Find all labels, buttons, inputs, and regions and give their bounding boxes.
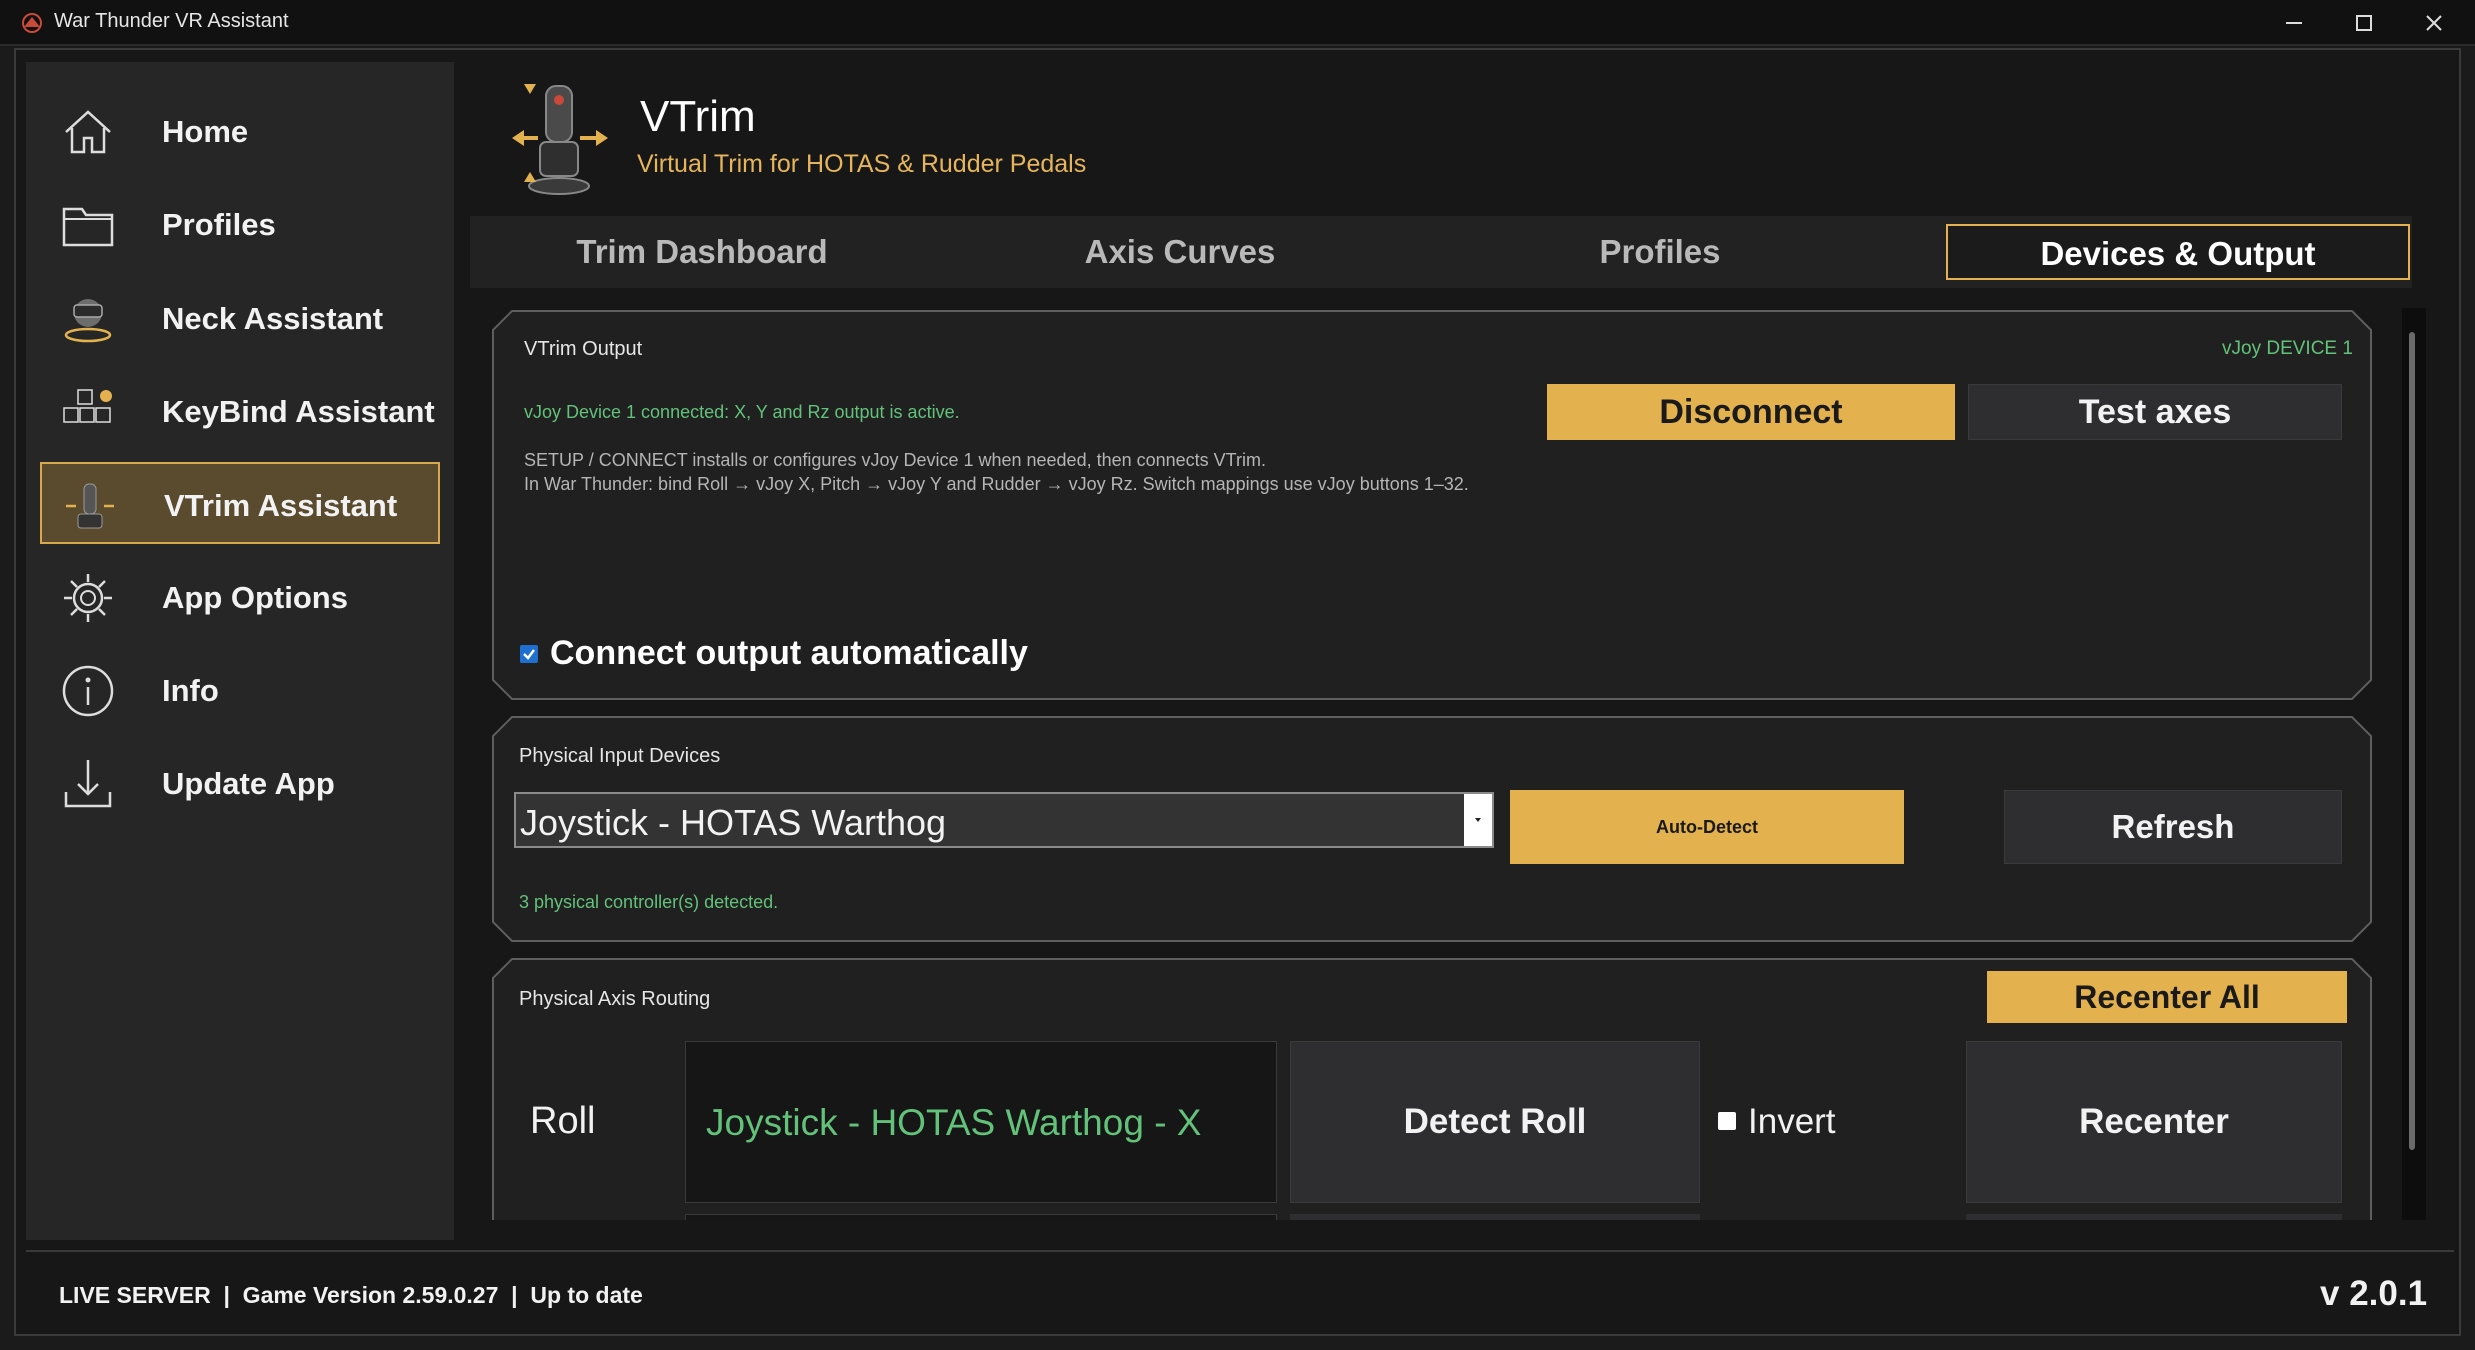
sidebar-item-label: KeyBind Assistant: [162, 394, 435, 429]
sidebar-item-keybind-assistant[interactable]: KeyBind Assistant: [40, 370, 440, 452]
vjoy-device-badge: vJoy DEVICE 1: [2222, 338, 2353, 359]
checkmark-icon: [523, 649, 535, 660]
sidebar-item-home[interactable]: Home: [40, 90, 440, 172]
invert-label[interactable]: Invert: [1748, 1102, 1836, 1142]
axis-source-value: Joystick - HOTAS Warthog - X: [706, 1102, 1202, 1143]
sidebar-item-info[interactable]: Info: [40, 649, 440, 731]
next-axis-source-display: [685, 1214, 1277, 1220]
device-select-toggle[interactable]: [1464, 794, 1492, 846]
devices-output-content: VTrim Output vJoy DEVICE 1 vJoy Device 1…: [470, 300, 2412, 1220]
tab-profiles[interactable]: Profiles: [1430, 224, 1890, 280]
server-status: LIVE SERVER | Game Version 2.59.0.27 | U…: [59, 1282, 643, 1308]
maximize-icon: [2356, 15, 2372, 31]
folder-icon: [62, 207, 114, 247]
sidebar: Home Profiles Neck Assistant KeyBind Ass…: [26, 62, 454, 1240]
download-icon: [64, 760, 112, 808]
axis-label: Roll: [530, 1100, 596, 1142]
tab-devices-output[interactable]: Devices & Output: [1946, 224, 2410, 280]
app-logo-icon: [22, 13, 42, 33]
maximize-button[interactable]: [2328, 0, 2398, 46]
recenter-button[interactable]: Recenter: [1966, 1041, 2342, 1203]
close-button[interactable]: [2398, 0, 2468, 46]
sidebar-item-app-options[interactable]: App Options: [40, 556, 440, 638]
disconnect-button[interactable]: Disconnect: [1547, 384, 1955, 440]
minimize-icon: [2286, 22, 2302, 24]
sidebar-item-label: Update App: [162, 766, 335, 801]
sidebar-item-neck-assistant[interactable]: Neck Assistant: [40, 277, 440, 359]
vtrim-output-title: VTrim Output: [524, 338, 643, 360]
title-bar: War Thunder VR Assistant: [0, 0, 2475, 46]
device-select[interactable]: Joystick - HOTAS Warthog: [514, 792, 1494, 848]
footer-divider: [26, 1250, 2454, 1252]
tab-axis-curves[interactable]: Axis Curves: [950, 224, 1410, 280]
invert-checkbox[interactable]: [1718, 1112, 1736, 1130]
info-icon: [62, 665, 114, 717]
sidebar-item-label: Info: [162, 673, 219, 708]
sidebar-item-update-app[interactable]: Update App: [40, 742, 440, 824]
home-icon: [65, 110, 111, 154]
close-icon: [2426, 15, 2442, 31]
chevron-down-icon: [1475, 818, 1481, 822]
window-title: War Thunder VR Assistant: [54, 10, 289, 32]
vtrim-logo-icon: [512, 84, 608, 195]
auto-connect-label[interactable]: Connect output automatically: [550, 634, 1028, 673]
axis-routing-title: Physical Axis Routing: [519, 988, 711, 1010]
sidebar-item-label: App Options: [162, 580, 348, 615]
physical-input-title: Physical Input Devices: [519, 745, 721, 767]
minimize-button[interactable]: [2258, 0, 2328, 46]
sidebar-item-profiles[interactable]: Profiles: [40, 183, 440, 265]
page-title: VTrim: [640, 92, 756, 141]
content-scrollbar[interactable]: [2402, 308, 2426, 1220]
scrollbar-thumb[interactable]: [2409, 332, 2415, 1150]
page-subtitle: Virtual Trim for HOTAS & Rudder Pedals: [637, 150, 1087, 178]
device-select-value: Joystick - HOTAS Warthog: [520, 802, 947, 843]
sidebar-item-label: VTrim Assistant: [164, 488, 398, 523]
joystick-icon: [66, 483, 114, 529]
sidebar-item-label: Home: [162, 114, 249, 149]
setup-info-line-1: SETUP / CONNECT installs or configures v…: [524, 450, 1266, 470]
tab-trim-dashboard[interactable]: Trim Dashboard: [480, 224, 924, 280]
next-recenter-button[interactable]: [1966, 1214, 2342, 1220]
sidebar-item-label: Neck Assistant: [162, 301, 384, 336]
tab-bar: Trim Dashboard Axis Curves Profiles Devi…: [470, 216, 2412, 288]
gear-icon: [64, 574, 112, 622]
next-detect-button[interactable]: [1290, 1214, 1700, 1220]
detect-roll-button[interactable]: Detect Roll: [1290, 1041, 1700, 1203]
auto-detect-button[interactable]: Auto-Detect: [1510, 790, 1904, 864]
keyboard-icon: [63, 389, 112, 423]
app-version: v 2.0.1: [2320, 1274, 2428, 1313]
sidebar-item-vtrim-assistant[interactable]: VTrim Assistant: [40, 462, 440, 544]
axis-source-display: Joystick - HOTAS Warthog - X: [685, 1041, 1277, 1203]
refresh-button[interactable]: Refresh: [2004, 790, 2342, 864]
vr-headset-icon: [64, 299, 112, 343]
controllers-detected-status: 3 physical controller(s) detected.: [519, 892, 779, 912]
recenter-all-button[interactable]: Recenter All: [1987, 971, 2347, 1023]
test-axes-button[interactable]: Test axes: [1968, 384, 2342, 440]
auto-connect-checkbox[interactable]: [520, 645, 538, 663]
setup-info-line-2: In War Thunder: bind Roll → vJoy X, Pitc…: [524, 474, 1469, 494]
sidebar-item-label: Profiles: [162, 207, 276, 242]
vjoy-connection-status: vJoy Device 1 connected: X, Y and Rz out…: [524, 402, 960, 422]
